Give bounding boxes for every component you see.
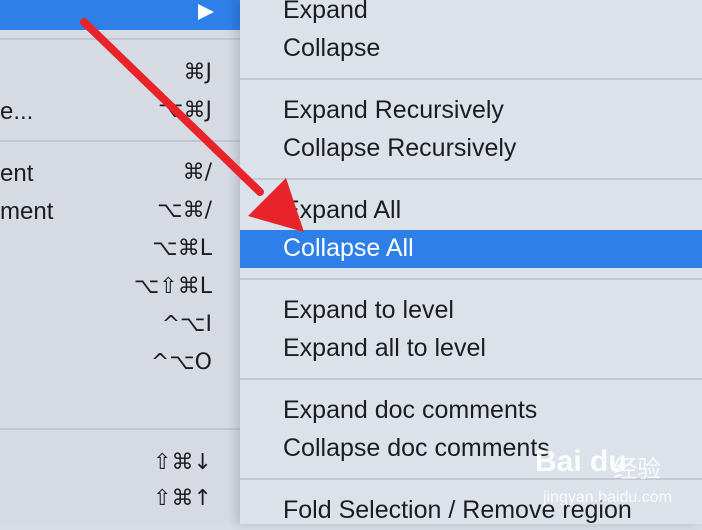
watermark-url: jingyan.baidu.com <box>543 489 672 506</box>
baidu-jingyan-watermark: Bai du 经验 jingyan.baidu.com <box>535 445 695 515</box>
watermark-name: 经验 <box>613 456 661 483</box>
arrow-shaft <box>80 18 264 196</box>
